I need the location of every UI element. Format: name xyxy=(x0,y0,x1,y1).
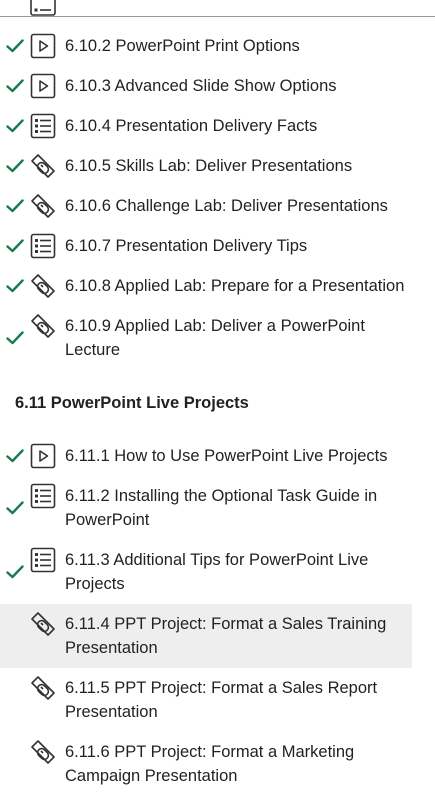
toc-item-label: 6.10.3 Advanced Slide Show Options xyxy=(65,77,337,95)
lab-mouse-icon xyxy=(31,740,55,764)
toc-item[interactable]: 6.10.4 Presentation Delivery Facts xyxy=(0,110,412,142)
check-icon xyxy=(6,449,24,463)
toc-item[interactable]: 6.10.6 Challenge Lab: Deliver Presentati… xyxy=(0,190,412,222)
toc-item[interactable]: 6.10.8 Applied Lab: Prepare for a Presen… xyxy=(0,270,412,302)
toc-item-label: 6.10.8 Applied Lab: Prepare for a Presen… xyxy=(65,277,405,295)
toc-item[interactable]: 6.10.3 Advanced Slide Show Options xyxy=(0,70,412,102)
toc-item-label: 6.11.4 PPT Project: Format a Sales Train… xyxy=(65,615,387,657)
toc-item[interactable]: 6.10.7 Presentation Delivery Tips xyxy=(0,230,412,262)
toc-item-label: 6.10.2 PowerPoint Print Options xyxy=(65,37,300,55)
video-icon xyxy=(30,443,56,469)
toc-item-label: 6.11.6 PPT Project: Format a Marketing C… xyxy=(65,743,355,785)
toc-item-label: 6.10.6 Challenge Lab: Deliver Presentati… xyxy=(65,197,388,215)
check-icon xyxy=(6,331,24,345)
text-list-icon xyxy=(30,233,56,259)
check-icon xyxy=(6,159,24,173)
toc-item-label: 6.10.4 Presentation Delivery Facts xyxy=(65,117,318,135)
toc-item[interactable]: 6.10.9 Applied Lab: Deliver a PowerPoint… xyxy=(0,310,412,366)
check-icon xyxy=(6,199,24,213)
toc-item-label: 6.11.3 Additional Tips for PowerPoint Li… xyxy=(65,551,369,593)
toc-item-label: 6.10.7 Presentation Delivery Tips xyxy=(65,237,308,255)
lab-mouse-icon xyxy=(31,154,55,178)
check-icon xyxy=(6,279,24,293)
check-icon xyxy=(6,239,24,253)
lab-mouse-icon xyxy=(31,676,55,700)
toc-item[interactable]: 6.11.3 Additional Tips for PowerPoint Li… xyxy=(0,544,412,600)
previous-item-partial xyxy=(0,0,435,17)
toc-item[interactable]: 6.11.1 How to Use PowerPoint Live Projec… xyxy=(0,440,412,472)
toc-item[interactable]: 6.11.5 PPT Project: Format a Sales Repor… xyxy=(0,672,412,728)
section-title: 6.11 PowerPoint Live Projects xyxy=(15,394,249,412)
toc-item-label: 6.11.2 Installing the Optional Task Guid… xyxy=(65,487,378,529)
lab-mouse-icon xyxy=(31,612,55,636)
toc-item[interactable]: 6.11.2 Installing the Optional Task Guid… xyxy=(0,480,412,536)
text-list-icon xyxy=(30,547,56,573)
toc-item-label: 6.11.5 PPT Project: Format a Sales Repor… xyxy=(65,679,378,721)
lab-mouse-icon xyxy=(31,314,55,338)
toc-item[interactable]: 6.10.2 PowerPoint Print Options xyxy=(0,30,412,62)
toc-item-current[interactable]: 6.11.4 PPT Project: Format a Sales Train… xyxy=(0,604,412,668)
lab-mouse-icon xyxy=(31,194,55,218)
video-icon xyxy=(30,33,56,59)
check-icon xyxy=(6,565,24,579)
toc-item-label: 6.11.1 How to Use PowerPoint Live Projec… xyxy=(65,447,388,465)
toc-item[interactable]: 6.10.5 Skills Lab: Deliver Presentations xyxy=(0,150,412,182)
lab-mouse-icon xyxy=(31,274,55,298)
check-icon xyxy=(6,39,24,53)
toc-item-label: 6.10.5 Skills Lab: Deliver Presentations xyxy=(65,157,353,175)
video-icon xyxy=(30,73,56,99)
check-icon xyxy=(6,119,24,133)
check-icon xyxy=(6,79,24,93)
text-list-icon xyxy=(30,483,56,509)
text-list-icon xyxy=(30,113,56,139)
toc-item[interactable]: 6.11.6 PPT Project: Format a Marketing C… xyxy=(0,736,412,792)
toc-item-label: 6.10.9 Applied Lab: Deliver a PowerPoint… xyxy=(65,317,365,359)
text-list-icon xyxy=(30,0,56,16)
check-icon xyxy=(6,501,24,515)
